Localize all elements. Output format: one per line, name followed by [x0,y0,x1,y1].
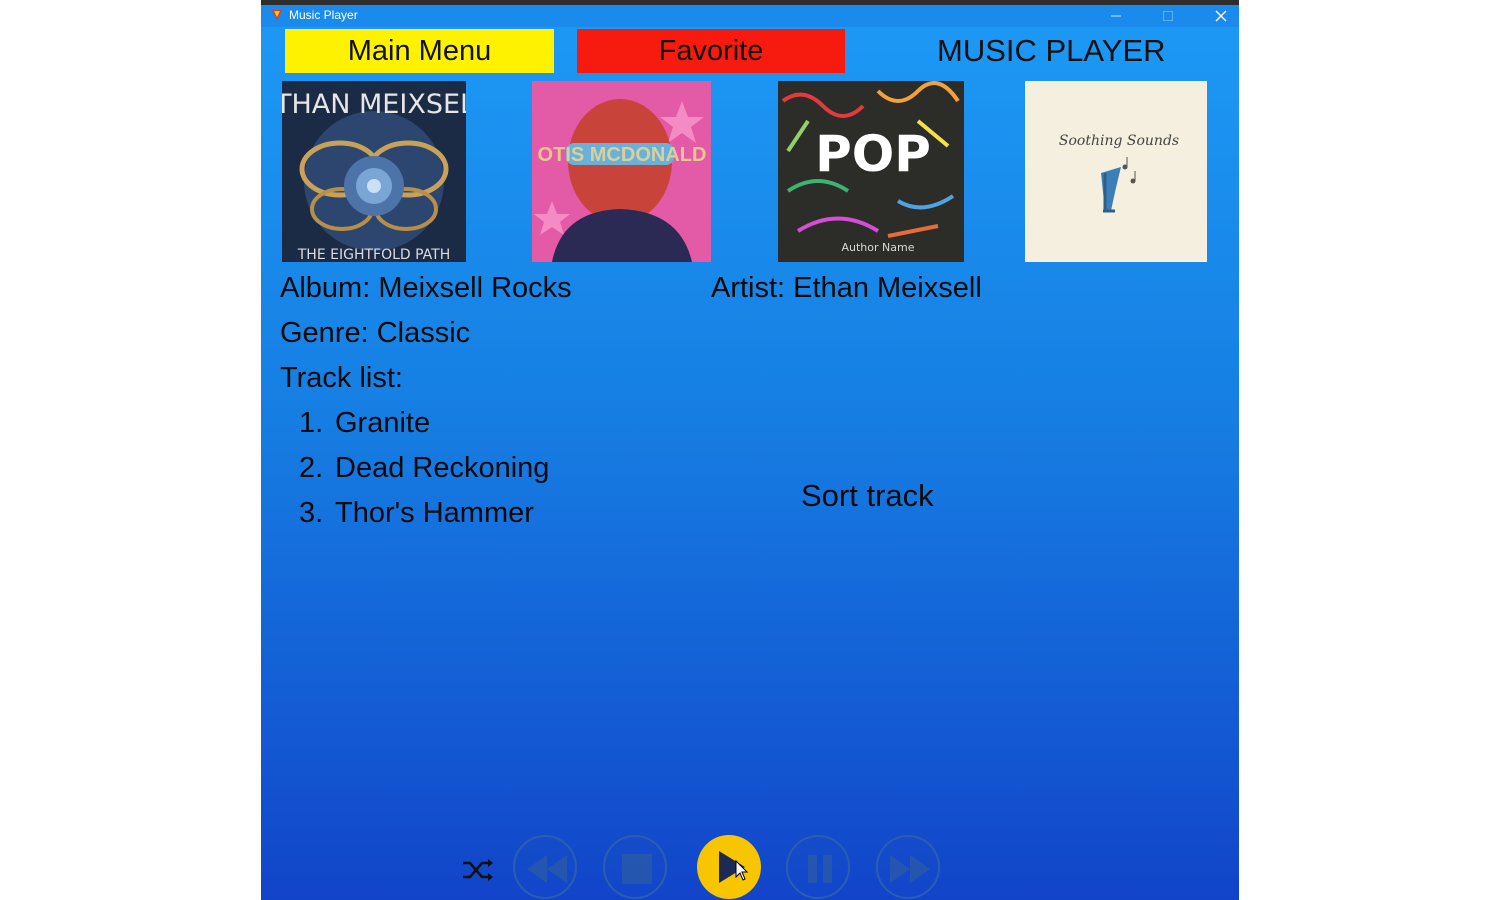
music-player-window: Music Player Main Menu Favorite MUSIC PL… [261,0,1239,900]
svg-text:POP: POP [815,125,931,183]
title-bar: Music Player [261,5,1239,27]
album-label: Album: Meixsell Rocks [280,272,572,304]
next-icon [890,855,930,883]
album-art-meixsell: ETHAN MEIXSELL THE EIGHTFOLD PATH [282,81,466,262]
track-title: Thor's Hammer [335,497,534,529]
stop-icon [622,854,652,884]
track-item-3[interactable]: 3. Thor's Hammer [299,496,534,530]
album-cover-soothing-sounds[interactable]: Soothing Sounds [1025,81,1207,262]
svg-text:Soothing Sounds: Soothing Sounds [1059,133,1179,149]
svg-text:ETHAN MEIXSELL: ETHAN MEIXSELL [282,89,466,120]
track-number: 1. [299,407,324,439]
track-list-label: Track list: [280,362,403,394]
album-art-pop: POP Author Name [778,81,964,262]
play-icon [719,851,749,883]
track-item-1[interactable]: 1. Granite [299,406,430,440]
next-button[interactable] [876,835,940,899]
svg-text:THE EIGHTFOLD PATH: THE EIGHTFOLD PATH [297,247,451,262]
track-item-2[interactable]: 2. Dead Reckoning [299,451,549,485]
play-button[interactable] [697,835,761,899]
album-art-soothing-sounds: Soothing Sounds [1025,81,1207,262]
track-number: 2. [299,452,324,484]
svg-text:OTIS MCDONALD: OTIS MCDONALD [538,144,707,166]
minimize-button[interactable] [1093,5,1139,27]
close-icon [1215,10,1227,22]
svg-text:Author Name: Author Name [842,241,915,254]
favorite-button[interactable]: Favorite [577,29,845,73]
track-title: Granite [335,407,431,439]
album-art-otis-mcdonald: OTIS MCDONALD [532,81,711,262]
album-cover-meixsell[interactable]: ETHAN MEIXSELL THE EIGHTFOLD PATH [282,81,466,262]
close-button[interactable] [1198,5,1239,27]
window-title: Music Player [289,8,358,22]
pause-button[interactable] [786,835,850,899]
track-number: 3. [299,497,324,529]
app-heading: MUSIC PLAYER [937,33,1166,68]
maximize-button[interactable] [1145,5,1191,27]
main-menu-button[interactable]: Main Menu [285,29,554,73]
pause-icon [808,855,832,883]
maximize-icon [1163,11,1173,21]
genre-label: Genre: Classic [280,317,471,349]
album-cover-pop[interactable]: POP Author Name [778,81,964,262]
shuffle-icon[interactable] [460,853,494,887]
previous-button[interactable] [513,835,577,899]
previous-icon [527,855,567,883]
app-icon [272,10,282,20]
track-title: Dead Reckoning [335,452,550,484]
album-cover-otis-mcdonald[interactable]: OTIS MCDONALD [532,81,711,262]
sort-track-button[interactable]: Sort track [801,479,934,513]
artist-label: Artist: Ethan Meixsell [711,272,982,304]
stop-button[interactable] [603,835,667,899]
minimize-icon [1111,15,1121,17]
